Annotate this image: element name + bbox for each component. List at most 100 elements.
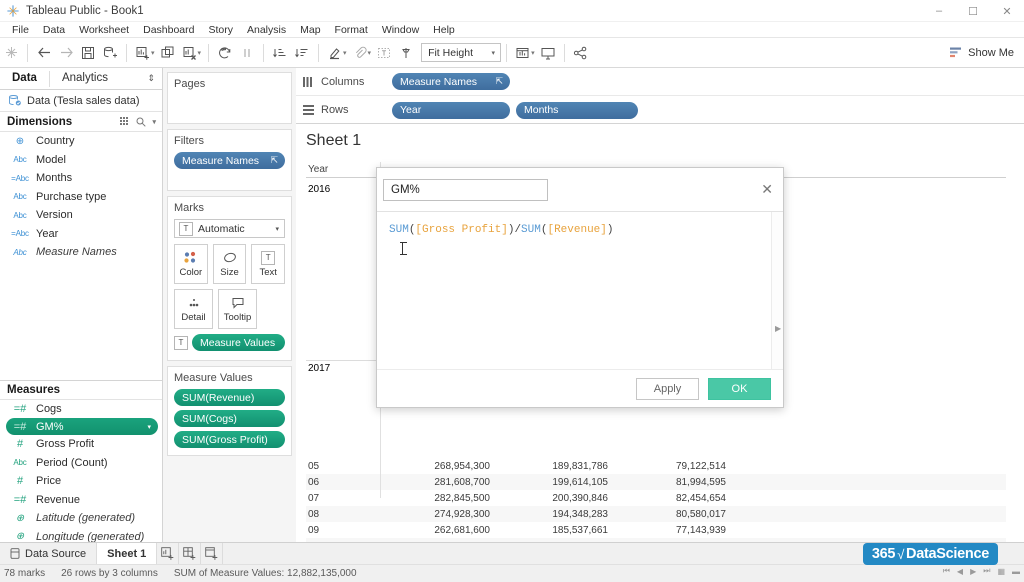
menu-data[interactable]: Data <box>36 22 72 38</box>
sort-descending-icon[interactable] <box>291 42 313 64</box>
presentation-mode-icon[interactable] <box>537 42 559 64</box>
sort-ascending-icon[interactable] <box>269 42 291 64</box>
search-icon[interactable] <box>136 117 146 127</box>
calc-formula-text[interactable]: SUM([Gross Profit])/SUM([Revenue]) <box>389 222 771 239</box>
marks-detail-button[interactable]: Detail <box>174 289 213 329</box>
abc-icon: Abc <box>10 155 30 164</box>
minimize-button[interactable]: – <box>922 0 956 22</box>
collapse-pane-icon[interactable]: ⇕ <box>147 73 155 84</box>
marks-text-button[interactable]: T Text <box>251 244 285 284</box>
last-record-icon[interactable]: ⏭ <box>983 566 990 576</box>
table-row[interactable]: 06 281,608,700 199,614,105 81,994,595 <box>306 474 1006 490</box>
measure-value-pill-cogs[interactable]: SUM(Cogs) <box>174 410 285 427</box>
field-cogs[interactable]: =# Cogs <box>0 400 162 419</box>
new-story-tab-icon[interactable] <box>201 543 223 565</box>
duplicate-sheet-icon[interactable] <box>157 42 179 64</box>
field-revenue[interactable]: =# Revenue <box>0 491 162 510</box>
marks-size-button[interactable]: Size <box>213 244 247 284</box>
table-row[interactable]: 09 262,681,600 185,537,661 77,143,939 <box>306 522 1006 538</box>
ok-button[interactable]: OK <box>708 378 771 400</box>
chevron-down-icon-highlight[interactable]: ▾ <box>343 49 347 57</box>
refresh-icon[interactable] <box>214 42 236 64</box>
next-record-icon[interactable]: ▶ <box>970 567 976 576</box>
columns-shelf[interactable]: Columns Measure Names ⇱ <box>296 68 1024 96</box>
toolbar-divider <box>27 44 28 62</box>
filter-pill-measure-names[interactable]: Measure Names ⇱ <box>174 152 285 169</box>
field-price[interactable]: # Price <box>0 472 162 491</box>
data-source-tab[interactable]: Data Source <box>0 543 97 565</box>
chevron-down-icon-dimensions[interactable]: ▾ <box>152 118 156 126</box>
tableau-home-icon[interactable] <box>0 42 22 64</box>
fit-dropdown[interactable]: Fit Height ▾ <box>421 43 501 62</box>
table-row[interactable]: 08 274,928,300 194,348,283 80,580,017 <box>306 506 1006 522</box>
pause-auto-update-icon[interactable] <box>236 42 258 64</box>
rows-shelf[interactable]: Rows Year Months <box>296 96 1024 124</box>
field-country[interactable]: ⊕ Country <box>0 132 162 151</box>
field-gm-percent[interactable]: =# GM% ▾ <box>6 418 158 435</box>
marks-tooltip-button[interactable]: Tooltip <box>218 289 257 329</box>
marks-pill-measure-values[interactable]: Measure Values <box>192 334 285 351</box>
table-row[interactable]: 05 268,954,300 189,831,786 79,122,514 <box>306 458 1006 474</box>
calc-formula-editor[interactable]: SUM([Gross Profit])/SUM([Revenue]) ▶ <box>377 211 783 369</box>
marks-type-dropdown[interactable]: T Automatic ▾ <box>174 219 285 238</box>
field-months[interactable]: =Abc Months <box>0 169 162 188</box>
close-button[interactable]: ✕ <box>990 0 1024 22</box>
rows-pill-year[interactable]: Year <box>392 102 510 119</box>
columns-pill-measure-names[interactable]: Measure Names ⇱ <box>392 73 510 90</box>
field-purchase-type[interactable]: Abc Purchase type <box>0 188 162 207</box>
previous-record-icon[interactable]: ◀ <box>957 567 963 576</box>
calc-editor-scrollbar[interactable]: ▶ <box>771 212 783 369</box>
new-worksheet-tab-icon[interactable] <box>157 543 179 565</box>
menu-analysis[interactable]: Analysis <box>240 22 293 38</box>
new-data-source-icon[interactable] <box>99 42 121 64</box>
save-icon[interactable] <box>77 42 99 64</box>
menu-map[interactable]: Map <box>293 22 327 38</box>
sheet-tab-sheet1[interactable]: Sheet 1 <box>97 543 157 565</box>
grid-view-icon[interactable] <box>120 117 130 126</box>
measure-value-pill-revenue[interactable]: SUM(Revenue) <box>174 389 285 406</box>
field-measure-names[interactable]: Abc Measure Names <box>0 243 162 262</box>
field-year[interactable]: =Abc Year <box>0 225 162 244</box>
rows-drop-zone[interactable]: Year Months <box>388 96 1024 124</box>
grid-view-icon[interactable]: ▦ <box>997 567 1005 576</box>
chevron-down-icon-cards[interactable]: ▾ <box>531 49 535 57</box>
card-view-icon[interactable]: ▬ <box>1012 567 1020 576</box>
show-me-button[interactable]: Show Me <box>950 47 1014 59</box>
field-latitude[interactable]: ⊕ Latitude (generated) <box>0 509 162 528</box>
chevron-down-icon-clear[interactable]: ▾ <box>198 49 202 57</box>
measure-value-pill-gross-profit[interactable]: SUM(Gross Profit) <box>174 431 285 448</box>
field-version[interactable]: Abc Version <box>0 206 162 225</box>
chevron-down-icon-attach[interactable]: ▾ <box>368 49 372 57</box>
marks-color-button[interactable]: Color <box>174 244 208 284</box>
show-labels-icon[interactable]: T <box>373 42 395 64</box>
columns-drop-zone[interactable]: Measure Names ⇱ <box>388 68 1024 95</box>
close-icon[interactable]: ✕ <box>761 181 773 198</box>
forward-icon[interactable] <box>55 42 77 64</box>
fix-axes-icon[interactable] <box>395 42 417 64</box>
new-dashboard-tab-icon[interactable] <box>179 543 201 565</box>
apply-button[interactable]: Apply <box>636 378 699 400</box>
menu-window[interactable]: Window <box>375 22 426 38</box>
share-icon[interactable] <box>570 42 592 64</box>
menu-worksheet[interactable]: Worksheet <box>72 22 136 38</box>
menu-dashboard[interactable]: Dashboard <box>136 22 201 38</box>
chevron-down-icon-new-sheet[interactable]: ▾ <box>151 49 155 57</box>
calc-name-input[interactable] <box>383 179 548 201</box>
first-record-icon[interactable]: ⏮ <box>943 566 950 576</box>
menu-help[interactable]: Help <box>426 22 462 38</box>
tab-analytics[interactable]: Analytics <box>50 68 120 89</box>
back-icon[interactable] <box>33 42 55 64</box>
expand-panel-icon[interactable]: ▶ <box>775 324 781 333</box>
menu-format[interactable]: Format <box>328 22 375 38</box>
field-period-count[interactable]: Abc Period (Count) <box>0 454 162 473</box>
maximize-button[interactable]: ☐ <box>956 0 990 22</box>
field-gross-profit[interactable]: # Gross Profit <box>0 435 162 454</box>
menu-story[interactable]: Story <box>201 22 240 38</box>
menu-file[interactable]: File <box>5 22 36 38</box>
rows-pill-months[interactable]: Months <box>516 102 638 119</box>
table-row[interactable]: 07 282,845,500 200,390,846 82,454,654 <box>306 490 1006 506</box>
data-source-item[interactable]: Data (Tesla sales data) <box>0 90 162 112</box>
chevron-down-icon-field[interactable]: ▾ <box>147 423 151 431</box>
tab-data[interactable]: Data <box>0 68 49 89</box>
field-model[interactable]: Abc Model <box>0 151 162 170</box>
